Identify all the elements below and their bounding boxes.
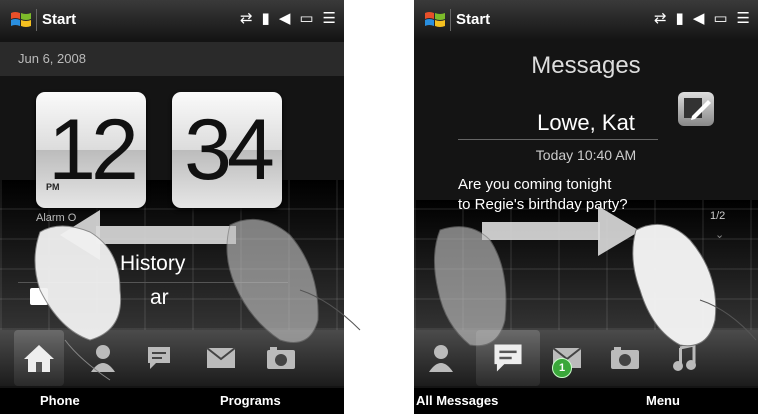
finger-icon	[34, 225, 122, 381]
finger-icon	[434, 226, 507, 347]
gesture-overlay	[34, 206, 757, 381]
finger-icon	[226, 218, 361, 343]
right-arrow-icon	[482, 206, 640, 256]
finger-icon	[632, 223, 757, 347]
